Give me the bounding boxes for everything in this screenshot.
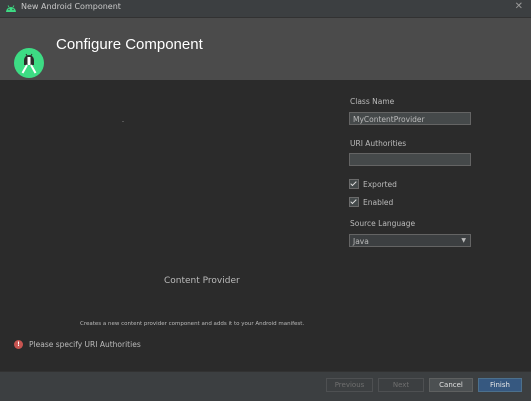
preview-title: Content Provider xyxy=(164,276,240,286)
previous-button[interactable]: Previous xyxy=(326,378,373,392)
preview-description: Creates a new content provider component… xyxy=(80,321,305,327)
page-title: Configure Component xyxy=(56,36,203,53)
uri-authorities-field[interactable] xyxy=(349,153,471,166)
exported-label: Exported xyxy=(363,179,397,189)
error-icon: ! xyxy=(14,340,23,349)
source-language-value: Java xyxy=(353,237,369,246)
header-banner: Configure Component xyxy=(0,18,531,80)
source-language-label: Source Language xyxy=(350,219,416,228)
finish-button[interactable]: Finish xyxy=(478,378,522,392)
exported-checkbox[interactable]: Exported xyxy=(349,179,397,189)
class-name-field[interactable]: MyContentProvider xyxy=(349,112,471,125)
enabled-checkbox[interactable]: Enabled xyxy=(349,197,393,207)
class-name-label: Class Name xyxy=(350,97,395,106)
validation-text: Please specify URI Authorities xyxy=(29,340,141,349)
checkbox-checked-icon[interactable] xyxy=(349,197,359,207)
checkbox-checked-icon[interactable] xyxy=(349,179,359,189)
enabled-label: Enabled xyxy=(363,197,394,207)
android-studio-icon xyxy=(14,48,44,78)
title-bar: New Android Component ✕ xyxy=(0,0,531,18)
cancel-button[interactable]: Cancel xyxy=(429,378,473,392)
chevron-down-icon: ▼ xyxy=(461,237,466,244)
source-language-select[interactable]: Java ▼ xyxy=(349,234,471,247)
uri-authorities-label: URI Authorities xyxy=(350,139,407,148)
validation-message: ! Please specify URI Authorities xyxy=(14,340,141,349)
window-title: New Android Component xyxy=(21,2,121,11)
android-icon xyxy=(6,5,16,12)
preview-image xyxy=(122,121,124,122)
next-button[interactable]: Next xyxy=(378,378,424,392)
close-icon[interactable]: ✕ xyxy=(515,1,523,12)
